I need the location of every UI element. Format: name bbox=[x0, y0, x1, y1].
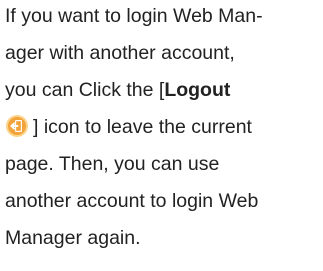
text-line-3-prefix: you can Click the [ bbox=[5, 79, 165, 101]
logout-icon bbox=[5, 114, 29, 138]
text-line-4: ] icon to leave the current bbox=[5, 112, 252, 142]
text-line-4-rest: ] icon to leave the current bbox=[33, 116, 252, 138]
text-line-7: Manager again. bbox=[5, 227, 141, 249]
document-body: If you want to login Web Man- ager with … bbox=[0, 0, 323, 271]
text-line-2: ager with another account, bbox=[5, 42, 235, 64]
text-line-3: you can Click the [Logout bbox=[5, 75, 230, 105]
text-line-5: page. Then, you can use bbox=[5, 153, 220, 175]
logout-label: Logout bbox=[164, 79, 231, 101]
text-line-1: If you want to login Web Man- bbox=[5, 5, 263, 27]
text-line-6: another account to login Web bbox=[5, 190, 259, 212]
